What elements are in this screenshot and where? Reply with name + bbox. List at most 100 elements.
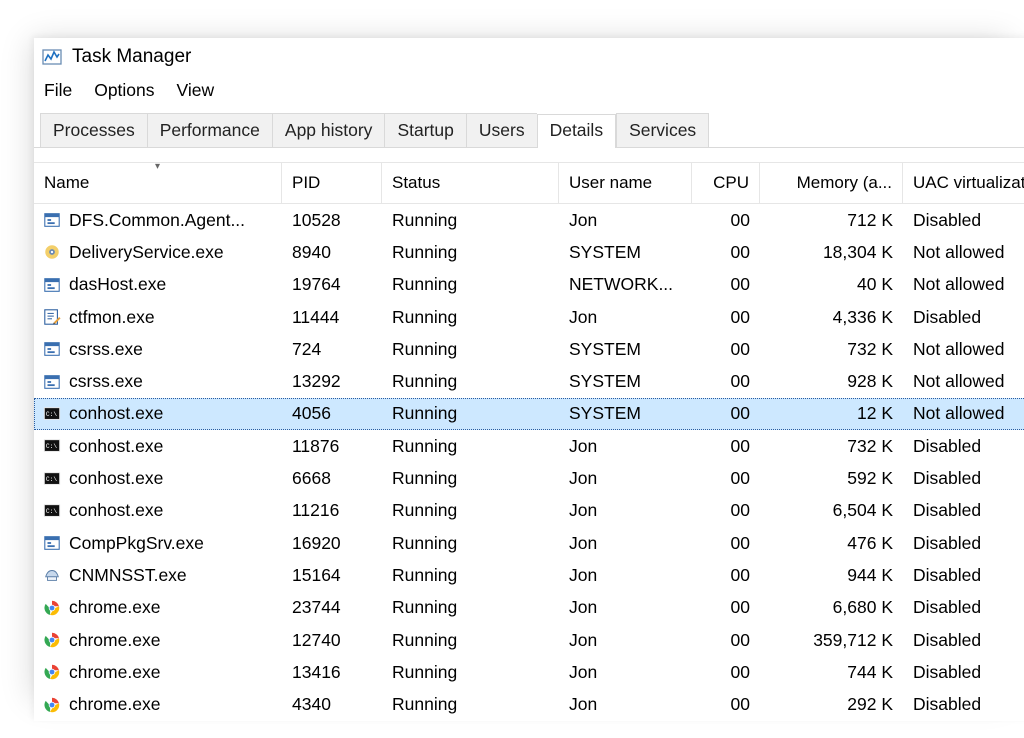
tabstrip: ProcessesPerformanceApp historyStartupUs…	[34, 111, 1024, 148]
table-row[interactable]: chrome.exe12740RunningJon00359,712 KDisa…	[34, 624, 1024, 656]
table-row[interactable]: chrome.exe23744RunningJon006,680 KDisabl…	[34, 592, 1024, 624]
table-row[interactable]: ctfmon.exe11444RunningJon004,336 KDisabl…	[34, 301, 1024, 333]
tab-services[interactable]: Services	[616, 113, 709, 147]
table-row[interactable]: dasHost.exe19764RunningNETWORK...0040 KN…	[34, 269, 1024, 301]
cell-user: Jon	[559, 500, 692, 521]
table-row[interactable]: C:\conhost.exe11216RunningJon006,504 KDi…	[34, 495, 1024, 527]
process-name: conhost.exe	[69, 436, 163, 457]
tab-details[interactable]: Details	[537, 114, 617, 148]
cell-cpu: 00	[692, 694, 760, 715]
process-name: csrss.exe	[69, 371, 143, 392]
menu-view[interactable]: View	[177, 80, 215, 101]
table-row[interactable]: C:\conhost.exe11876RunningJon00732 KDisa…	[34, 430, 1024, 462]
cell-uac: Disabled	[903, 436, 1024, 457]
task-manager-window: Task Manager File Options View Processes…	[34, 38, 1024, 721]
cell-name: chrome.exe	[34, 694, 282, 715]
cell-memory: 6,504 K	[760, 500, 903, 521]
cell-uac: Not allowed	[903, 274, 1024, 295]
col-cpu[interactable]: CPU	[692, 163, 760, 203]
cell-name: chrome.exe	[34, 662, 282, 683]
table-row[interactable]: chrome.exe13416RunningJon00744 KDisabled	[34, 656, 1024, 688]
col-name[interactable]: ▾ Name	[34, 163, 282, 203]
cell-status: Running	[382, 242, 559, 263]
cell-user: Jon	[559, 468, 692, 489]
cell-name: chrome.exe	[34, 597, 282, 618]
cell-name: CompPkgSrv.exe	[34, 533, 282, 554]
titlebar[interactable]: Task Manager	[34, 38, 1024, 74]
app-icon	[42, 275, 62, 295]
cell-cpu: 00	[692, 597, 760, 618]
cell-name: ctfmon.exe	[34, 307, 282, 328]
cell-status: Running	[382, 403, 559, 424]
process-name: chrome.exe	[69, 630, 160, 651]
col-status[interactable]: Status	[382, 163, 559, 203]
cell-memory: 476 K	[760, 533, 903, 554]
table-row[interactable]: csrss.exe13292RunningSYSTEM00928 KNot al…	[34, 365, 1024, 397]
cell-name: C:\conhost.exe	[34, 500, 282, 521]
cell-user: NETWORK...	[559, 274, 692, 295]
cell-uac: Disabled	[903, 565, 1024, 586]
cell-uac: Disabled	[903, 662, 1024, 683]
process-name: DFS.Common.Agent...	[69, 210, 245, 231]
col-uac[interactable]: UAC virtualizat...	[903, 163, 1024, 203]
chrome-icon	[42, 630, 62, 650]
table-row[interactable]: csrss.exe724RunningSYSTEM00732 KNot allo…	[34, 333, 1024, 365]
col-user[interactable]: User name	[559, 163, 692, 203]
cell-uac: Disabled	[903, 307, 1024, 328]
tab-users[interactable]: Users	[466, 113, 537, 147]
app-icon	[42, 339, 62, 359]
table-row[interactable]: C:\conhost.exe6668RunningJon00592 KDisab…	[34, 462, 1024, 494]
sort-indicator-icon: ▾	[155, 163, 160, 172]
cell-status: Running	[382, 307, 559, 328]
process-name: csrss.exe	[69, 339, 143, 360]
menu-file[interactable]: File	[44, 80, 72, 101]
table-row[interactable]: C:\conhost.exe4056RunningSYSTEM0012 KNot…	[34, 398, 1024, 430]
svg-text:C:\: C:\	[46, 443, 58, 450]
process-name: conhost.exe	[69, 403, 163, 424]
table-row[interactable]: CNMNSST.exe15164RunningJon00944 KDisable…	[34, 559, 1024, 591]
cell-user: Jon	[559, 307, 692, 328]
cell-memory: 4,336 K	[760, 307, 903, 328]
cell-user: SYSTEM	[559, 371, 692, 392]
table-header: ▾ Name PID Status User name CPU Memory (…	[34, 162, 1024, 204]
tab-performance[interactable]: Performance	[147, 113, 272, 147]
col-pid[interactable]: PID	[282, 163, 382, 203]
table-body: DFS.Common.Agent...10528RunningJon00712 …	[34, 204, 1024, 721]
cell-name: dasHost.exe	[34, 274, 282, 295]
cell-status: Running	[382, 694, 559, 715]
cell-pid: 11216	[282, 500, 382, 521]
tab-startup[interactable]: Startup	[384, 113, 465, 147]
process-name: chrome.exe	[69, 597, 160, 618]
app-icon	[42, 533, 62, 553]
cell-uac: Disabled	[903, 630, 1024, 651]
table-row[interactable]: CompPkgSrv.exe16920RunningJon00476 KDisa…	[34, 527, 1024, 559]
cell-status: Running	[382, 630, 559, 651]
cell-cpu: 00	[692, 436, 760, 457]
chrome-icon	[42, 662, 62, 682]
cell-name: C:\conhost.exe	[34, 403, 282, 424]
cell-memory: 732 K	[760, 436, 903, 457]
cell-user: SYSTEM	[559, 339, 692, 360]
col-memory[interactable]: Memory (a...	[760, 163, 903, 203]
cell-status: Running	[382, 339, 559, 360]
tab-processes[interactable]: Processes	[40, 113, 147, 147]
svg-text:C:\: C:\	[46, 508, 58, 515]
cell-status: Running	[382, 468, 559, 489]
cell-cpu: 00	[692, 274, 760, 295]
cell-user: Jon	[559, 533, 692, 554]
table-row[interactable]: DFS.Common.Agent...10528RunningJon00712 …	[34, 204, 1024, 236]
task-manager-icon	[42, 47, 62, 67]
menu-options[interactable]: Options	[94, 80, 154, 101]
window-title: Task Manager	[72, 46, 191, 68]
cell-pid: 4056	[282, 403, 382, 424]
cell-memory: 18,304 K	[760, 242, 903, 263]
cell-cpu: 00	[692, 339, 760, 360]
tab-app-history[interactable]: App history	[272, 113, 385, 147]
cell-cpu: 00	[692, 468, 760, 489]
table-row[interactable]: chrome.exe4340RunningJon00292 KDisabled	[34, 688, 1024, 720]
process-name: DeliveryService.exe	[69, 242, 224, 263]
cell-memory: 6,680 K	[760, 597, 903, 618]
table-row[interactable]: DeliveryService.exe8940RunningSYSTEM0018…	[34, 236, 1024, 268]
cell-status: Running	[382, 371, 559, 392]
cell-memory: 592 K	[760, 468, 903, 489]
